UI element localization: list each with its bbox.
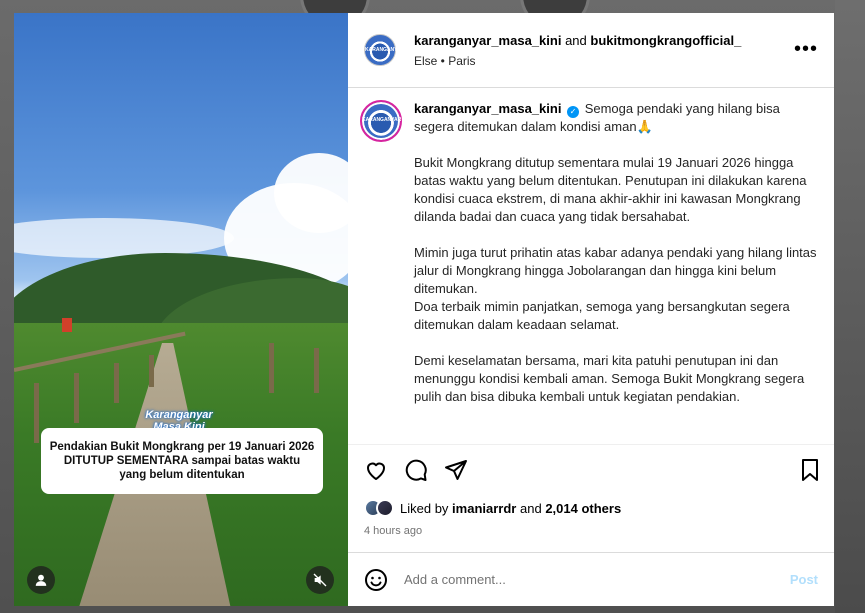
caption-paragraph-a: Mimin juga turut prihatin atas kabar ada… — [414, 245, 817, 296]
comment-icon — [405, 459, 427, 481]
comment-button[interactable] — [404, 458, 428, 482]
backdrop-right-edge — [835, 0, 865, 613]
liked-user-link[interactable]: imaniarrdr — [452, 501, 516, 516]
emoji-button[interactable] — [364, 568, 388, 592]
save-button[interactable] — [798, 458, 822, 482]
fence-post — [269, 343, 274, 393]
and-text: and — [519, 500, 542, 516]
post-authors: karanganyar_masa_kini and bukitmongkrang… — [414, 33, 741, 48]
likes-text: Liked by imaniarrdr and 2,014 others — [400, 501, 621, 516]
bookmark-icon — [802, 459, 818, 481]
fence-post — [314, 348, 319, 393]
heart-icon — [367, 462, 385, 480]
emoji-icon — [365, 568, 387, 591]
user-tag-button[interactable] — [27, 566, 55, 594]
post-header-text: karanganyar_masa_kini and bukitmongkrang… — [414, 33, 741, 68]
post-timestamp[interactable]: 4 hours ago — [364, 525, 818, 537]
location-link[interactable]: Else • Paris — [414, 54, 741, 68]
others-link[interactable]: 2,014 others — [545, 501, 621, 516]
caption-paragraph: Demi keselamatan bersama, mari kita patu… — [414, 353, 805, 404]
caption-area: KARANGANYAR karanganyar_masa_kini ✓ Semo… — [348, 88, 834, 444]
more-options-button[interactable]: ••• — [794, 39, 818, 59]
author-link[interactable]: karanganyar_masa_kini — [414, 33, 561, 48]
caption-first-line: karanganyar_masa_kini ✓ Semoga pendaki y… — [414, 100, 818, 136]
post-media[interactable]: Karanganyar Masa Kini Pendakian Bukit Mo… — [14, 13, 348, 606]
user-tag-icon — [35, 574, 47, 586]
post-header: KARANGANYAR karanganyar_masa_kini and bu… — [348, 13, 834, 88]
post-caption: karanganyar_masa_kini ✓ Semoga pendaki y… — [414, 100, 818, 444]
verified-icon: ✓ — [567, 106, 580, 118]
likes-summary: Liked by imaniarrdr and 2,014 others — [364, 499, 818, 517]
comment-bar: Post — [348, 552, 834, 606]
collaborator-link[interactable]: bukitmongkrangofficial_ — [590, 33, 741, 48]
media-overlay-text: Pendakian Bukit Mongkrang per 19 Januari… — [41, 428, 323, 494]
and-text: and — [565, 32, 587, 48]
liker-avatar[interactable] — [376, 499, 394, 517]
fence-post — [74, 373, 79, 423]
mute-button[interactable] — [306, 566, 334, 594]
red-marker — [62, 318, 72, 332]
author-avatar[interactable]: KARANGANYAR — [364, 34, 405, 66]
caption-paragraph: Bukit Mongkrang ditutup sementara mulai … — [414, 155, 807, 224]
action-row — [364, 457, 818, 483]
mute-icon — [313, 573, 327, 587]
caption-author-avatar[interactable]: KARANGANYAR — [360, 100, 402, 142]
cloud — [14, 218, 234, 258]
post-comment-button[interactable]: Post — [790, 572, 818, 587]
fence-post — [114, 363, 119, 403]
like-button[interactable] — [364, 458, 388, 482]
caption-username[interactable]: karanganyar_masa_kini — [414, 101, 561, 116]
share-icon — [445, 460, 467, 480]
comment-input[interactable] — [404, 572, 790, 587]
share-button[interactable] — [444, 458, 468, 482]
fence-post — [149, 355, 154, 387]
liked-by-label: Liked by — [400, 500, 449, 516]
post-modal: Karanganyar Masa Kini Pendakian Bukit Mo… — [14, 13, 834, 606]
caption-paragraph: Mimin juga turut prihatin atas kabar ada… — [414, 244, 818, 334]
caption-paragraph-b: Doa terbaik mimin panjatkan, semoga yang… — [414, 299, 790, 332]
post-actions: Liked by imaniarrdr and 2,014 others 4 h… — [348, 444, 834, 552]
post-side-panel: KARANGANYAR karanganyar_masa_kini and bu… — [348, 13, 834, 606]
avatar-logo-text: KARANGANYAR — [365, 47, 405, 53]
fence-post — [34, 383, 39, 443]
avatar-logo-text: KARANGANYAR — [362, 117, 402, 124]
